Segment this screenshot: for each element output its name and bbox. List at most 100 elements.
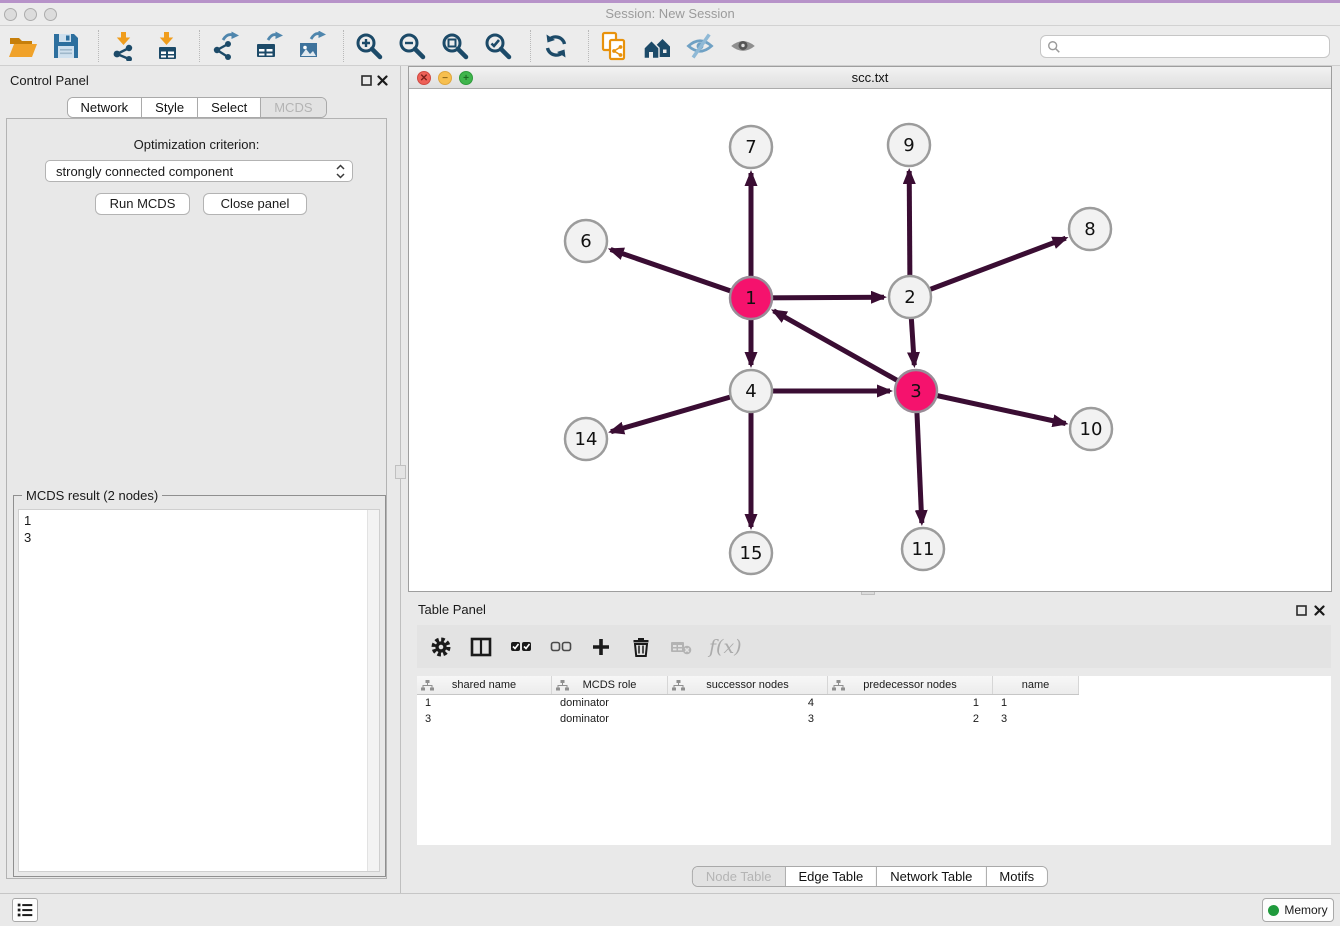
- export-network-icon: [210, 31, 240, 61]
- float-table-panel-button[interactable]: [1295, 604, 1307, 616]
- list-icon: [15, 900, 35, 920]
- export-image-button[interactable]: [296, 31, 326, 61]
- close-panel-action-button[interactable]: Close panel: [203, 193, 307, 215]
- show-details-button[interactable]: [728, 31, 758, 61]
- tab-motifs[interactable]: Motifs: [985, 867, 1047, 886]
- tab-node-table[interactable]: Node Table: [693, 867, 785, 886]
- save-session-button[interactable]: [51, 31, 81, 61]
- function-builder-button[interactable]: f(x): [709, 635, 742, 659]
- titlebar-accent: [0, 0, 1340, 3]
- task-history-button[interactable]: [12, 898, 38, 922]
- table-cell: 1: [417, 695, 552, 711]
- tab-select[interactable]: Select: [197, 98, 260, 117]
- float-panel-button[interactable]: [360, 74, 372, 86]
- column-header-shared-name[interactable]: shared name: [417, 676, 552, 694]
- split-view-icon: [470, 636, 492, 658]
- fx-icon: f(x): [709, 636, 742, 658]
- memory-button[interactable]: Memory: [1262, 898, 1334, 922]
- tab-mcds[interactable]: MCDS: [260, 98, 325, 117]
- main-toolbar: [0, 26, 1340, 66]
- network-window-titlebar[interactable]: ✕ − + scc.txt: [409, 67, 1331, 89]
- hierarchy-icon: [421, 679, 434, 694]
- table-cell: dominator: [552, 695, 668, 711]
- export-table-button[interactable]: [253, 31, 283, 61]
- window-title: Session: New Session: [0, 6, 1340, 21]
- table-toolbar: f(x): [417, 625, 1331, 668]
- column-header-predecessor-nodes[interactable]: predecessor nodes: [828, 676, 993, 694]
- show-networks-button[interactable]: [642, 31, 672, 61]
- graph-edge-3-1[interactable]: [774, 311, 916, 391]
- graph-edge-2-8[interactable]: [910, 238, 1066, 297]
- tab-edge-table[interactable]: Edge Table: [784, 867, 876, 886]
- run-mcds-button[interactable]: Run MCDS: [95, 193, 190, 215]
- vertical-splitter[interactable]: [393, 66, 408, 893]
- add-column-button[interactable]: [589, 635, 613, 659]
- table-cell: 3: [668, 711, 828, 727]
- delete-table-button[interactable]: [669, 635, 693, 659]
- split-table-view-button[interactable]: [469, 635, 493, 659]
- refresh-icon: [541, 31, 571, 61]
- table-settings-button[interactable]: [429, 635, 453, 659]
- graph-edge-3-10[interactable]: [916, 391, 1066, 424]
- result-scrollbar[interactable]: [367, 510, 379, 871]
- float-icon: [361, 75, 372, 86]
- table-row[interactable]: 1dominator411: [417, 695, 1331, 711]
- graph-node-label-8: 8: [1084, 219, 1095, 240]
- graph-edge-1-6[interactable]: [611, 250, 751, 299]
- plus-icon: [590, 636, 612, 658]
- criterion-dropdown[interactable]: strongly connected component: [45, 160, 353, 182]
- table-row[interactable]: 3dominator323: [417, 711, 1331, 727]
- deselect-all-rows-button[interactable]: [549, 635, 573, 659]
- tab-style[interactable]: Style: [141, 98, 197, 117]
- mcds-result-textarea[interactable]: 1 3: [18, 509, 380, 872]
- graph-node-label-11: 11: [912, 539, 935, 560]
- close-panel-button[interactable]: [376, 74, 388, 86]
- search-input[interactable]: [1065, 40, 1329, 54]
- toolbar-separator: [98, 30, 99, 62]
- table-panel-title: Table Panel: [418, 602, 486, 617]
- table-panel: Table Panel: [408, 595, 1332, 893]
- search-field[interactable]: [1040, 35, 1330, 58]
- tab-network[interactable]: Network: [67, 98, 141, 117]
- tab-network-table[interactable]: Network Table: [876, 867, 985, 886]
- column-header-MCDS-role[interactable]: MCDS role: [552, 676, 668, 694]
- zoom-selected-icon: [483, 31, 513, 61]
- table-cell: 1: [993, 695, 1079, 711]
- close-table-panel-button[interactable]: [1313, 604, 1325, 616]
- float-icon: [1296, 605, 1307, 616]
- zoom-selected-button[interactable]: [483, 31, 513, 61]
- column-header-successor-nodes[interactable]: successor nodes: [668, 676, 828, 694]
- splitter-grip[interactable]: [395, 465, 406, 479]
- open-session-button[interactable]: [8, 31, 38, 61]
- import-network-button[interactable]: [109, 31, 139, 61]
- open-folder-icon: [8, 31, 38, 61]
- hierarchy-icon: [556, 679, 569, 694]
- mcds-result-group: MCDS result (2 nodes) 1 3: [13, 495, 386, 877]
- close-icon: [377, 75, 388, 86]
- import-network-icon: [109, 31, 139, 61]
- toolbar-separator: [530, 30, 531, 62]
- column-header-name[interactable]: name: [993, 676, 1079, 694]
- toolbar-separator: [199, 30, 200, 62]
- network-graph[interactable]: 7968124314101511: [409, 89, 1331, 591]
- zoom-in-button[interactable]: [354, 31, 384, 61]
- column-label: predecessor nodes: [863, 679, 957, 691]
- column-label: shared name: [452, 679, 516, 691]
- zoom-fit-button[interactable]: [440, 31, 470, 61]
- network-canvas[interactable]: 7968124314101511: [409, 89, 1331, 591]
- column-label: name: [1022, 679, 1050, 691]
- control-panel-tab-bar: NetworkStyleSelectMCDS: [66, 97, 326, 118]
- table-cell: 2: [828, 711, 993, 727]
- table-cell: 3: [993, 711, 1079, 727]
- select-all-rows-button[interactable]: [509, 635, 533, 659]
- delete-columns-button[interactable]: [629, 635, 653, 659]
- zoom-out-button[interactable]: [397, 31, 427, 61]
- app-titlebar: Session: New Session: [0, 0, 1340, 26]
- table-header-row: shared name MCDS rolesuccessor nodes prede…: [417, 676, 1079, 695]
- unchecked-boxes-icon: [550, 636, 572, 658]
- import-table-button[interactable]: [152, 31, 182, 61]
- refresh-layout-button[interactable]: [541, 31, 571, 61]
- first-neighbors-button[interactable]: [599, 31, 629, 61]
- hide-details-button[interactable]: [685, 31, 715, 61]
- export-network-button[interactable]: [210, 31, 240, 61]
